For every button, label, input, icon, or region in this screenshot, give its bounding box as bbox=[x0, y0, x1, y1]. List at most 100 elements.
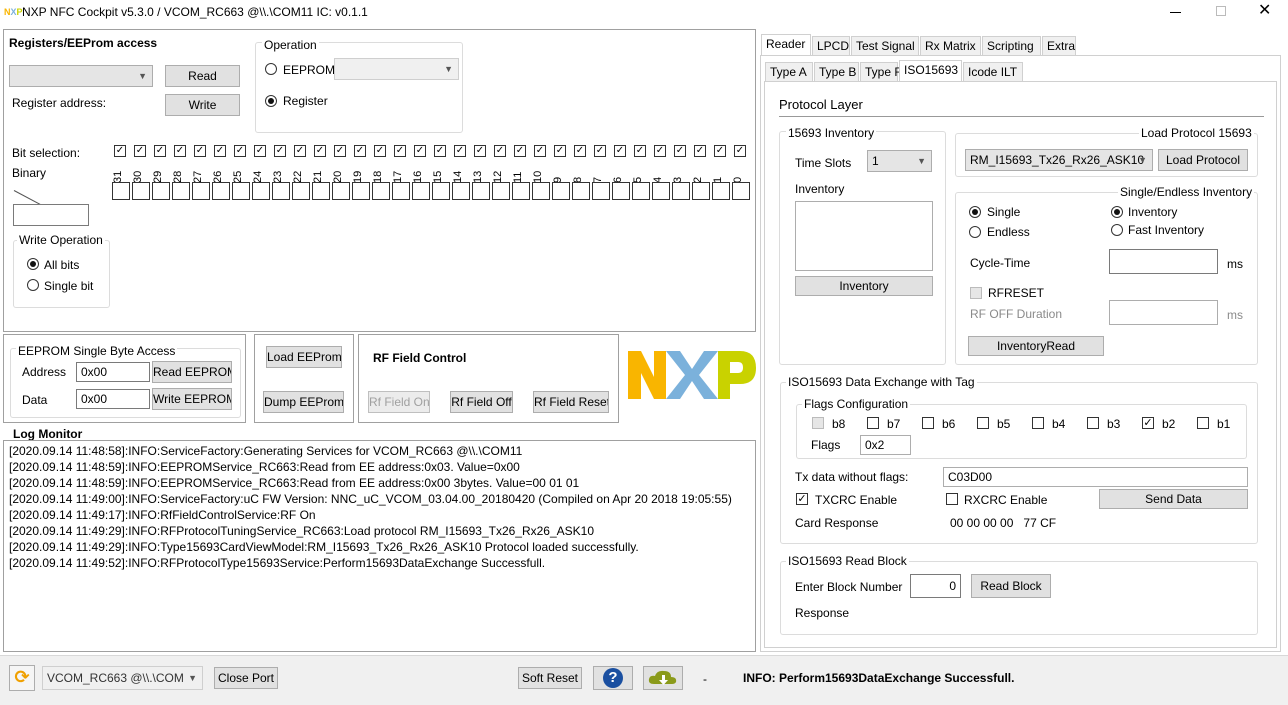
rf-field-reset-button[interactable]: Rf Field Reset bbox=[533, 391, 609, 413]
all-bits-radio[interactable] bbox=[27, 258, 39, 270]
subtab-iso15693[interactable]: ISO15693 bbox=[899, 60, 962, 82]
tab-lpcd[interactable]: LPCD bbox=[812, 36, 850, 56]
bit-checkbox[interactable]: ✓ bbox=[654, 145, 666, 157]
data-input[interactable]: 0x00 bbox=[76, 389, 150, 409]
bit-value-box[interactable] bbox=[412, 182, 430, 200]
log-monitor[interactable]: [2020.09.14 11:48:58]:INFO:ServiceFactor… bbox=[3, 440, 756, 652]
bit-value-box[interactable] bbox=[592, 182, 610, 200]
bit-value-box[interactable] bbox=[452, 182, 470, 200]
bit-value-box[interactable] bbox=[632, 182, 650, 200]
subtab-type-f[interactable]: Type F bbox=[860, 62, 902, 82]
rf-field-on-button[interactable]: Rf Field On bbox=[368, 391, 430, 413]
flag-b7-checkbox[interactable] bbox=[867, 417, 879, 429]
bit-value-box[interactable] bbox=[692, 182, 710, 200]
bit-value-box[interactable] bbox=[252, 182, 270, 200]
bit-checkbox[interactable]: ✓ bbox=[454, 145, 466, 157]
bit-checkbox[interactable]: ✓ bbox=[254, 145, 266, 157]
tab-extra[interactable]: Extra bbox=[1042, 36, 1076, 56]
bit-checkbox[interactable]: ✓ bbox=[494, 145, 506, 157]
bit-value-box[interactable] bbox=[152, 182, 170, 200]
bit-value-box[interactable] bbox=[392, 182, 410, 200]
bit-value-box[interactable] bbox=[572, 182, 590, 200]
dump-eeprom-button[interactable]: Dump EEProm bbox=[263, 391, 344, 413]
bit-value-box[interactable] bbox=[332, 182, 350, 200]
rxcrc-checkbox[interactable] bbox=[946, 493, 958, 505]
download-cloud-icon[interactable] bbox=[643, 666, 683, 690]
bit-value-box[interactable] bbox=[712, 182, 730, 200]
single-radio[interactable] bbox=[969, 206, 981, 218]
soft-reset-button[interactable]: Soft Reset bbox=[518, 667, 582, 689]
rfreset-checkbox[interactable] bbox=[970, 287, 982, 299]
bit-checkbox[interactable]: ✓ bbox=[394, 145, 406, 157]
bit-checkbox[interactable]: ✓ bbox=[714, 145, 726, 157]
bit-checkbox[interactable]: ✓ bbox=[614, 145, 626, 157]
rf-field-off-button[interactable]: Rf Field Off bbox=[450, 391, 513, 413]
maximize-icon[interactable] bbox=[1216, 6, 1226, 16]
bit-value-box[interactable] bbox=[172, 182, 190, 200]
register-radio[interactable] bbox=[265, 95, 277, 107]
bit-checkbox[interactable]: ✓ bbox=[214, 145, 226, 157]
bit-checkbox[interactable]: ✓ bbox=[354, 145, 366, 157]
bit-value-box[interactable] bbox=[672, 182, 690, 200]
binary-input[interactable] bbox=[13, 204, 89, 226]
help-icon[interactable]: ? bbox=[593, 666, 633, 690]
close-port-button[interactable]: Close Port bbox=[214, 667, 278, 689]
flag-b3-checkbox[interactable] bbox=[1087, 417, 1099, 429]
bit-value-box[interactable] bbox=[132, 182, 150, 200]
write-button[interactable]: Write bbox=[165, 94, 240, 116]
tab-rx-matrix[interactable]: Rx Matrix bbox=[920, 36, 981, 56]
inventory-read-button[interactable]: InventoryRead bbox=[968, 336, 1104, 356]
bit-value-box[interactable] bbox=[312, 182, 330, 200]
bit-checkbox[interactable]: ✓ bbox=[114, 145, 126, 157]
bit-checkbox[interactable]: ✓ bbox=[474, 145, 486, 157]
tab-reader[interactable]: Reader bbox=[761, 34, 811, 56]
bit-checkbox[interactable]: ✓ bbox=[534, 145, 546, 157]
bit-value-box[interactable] bbox=[532, 182, 550, 200]
bit-checkbox[interactable]: ✓ bbox=[314, 145, 326, 157]
close-icon[interactable]: ✕ bbox=[1258, 1, 1271, 21]
flag-b8-checkbox[interactable] bbox=[812, 417, 824, 429]
eeprom-select[interactable]: ▼ bbox=[334, 58, 459, 80]
inventory-radio[interactable] bbox=[1111, 206, 1123, 218]
single-bit-radio[interactable] bbox=[27, 279, 39, 291]
port-select[interactable]: VCOM_RC663 @\\.\COM ▼ bbox=[42, 666, 203, 690]
block-number-input[interactable]: 0 bbox=[910, 574, 961, 598]
bit-value-box[interactable] bbox=[352, 182, 370, 200]
read-block-button[interactable]: Read Block bbox=[971, 574, 1051, 598]
flag-b5-checkbox[interactable] bbox=[977, 417, 989, 429]
bit-checkbox[interactable]: ✓ bbox=[634, 145, 646, 157]
bit-checkbox[interactable]: ✓ bbox=[334, 145, 346, 157]
read-eeprom-button[interactable]: Read EEPROM bbox=[152, 361, 232, 383]
bit-checkbox[interactable]: ✓ bbox=[414, 145, 426, 157]
bit-value-box[interactable] bbox=[512, 182, 530, 200]
minimize-icon[interactable] bbox=[1170, 12, 1181, 13]
bit-value-box[interactable] bbox=[372, 182, 390, 200]
flags-input[interactable]: 0x2 bbox=[860, 435, 911, 455]
bit-checkbox[interactable]: ✓ bbox=[154, 145, 166, 157]
send-data-button[interactable]: Send Data bbox=[1099, 489, 1248, 509]
bit-checkbox[interactable]: ✓ bbox=[234, 145, 246, 157]
bit-value-box[interactable] bbox=[112, 182, 130, 200]
bit-value-box[interactable] bbox=[432, 182, 450, 200]
inventory-button[interactable]: Inventory bbox=[795, 276, 933, 296]
bit-value-box[interactable] bbox=[732, 182, 750, 200]
bit-checkbox[interactable]: ✓ bbox=[574, 145, 586, 157]
bit-value-box[interactable] bbox=[652, 182, 670, 200]
bit-checkbox[interactable]: ✓ bbox=[694, 145, 706, 157]
bit-checkbox[interactable]: ✓ bbox=[194, 145, 206, 157]
bit-checkbox[interactable]: ✓ bbox=[134, 145, 146, 157]
bit-checkbox[interactable]: ✓ bbox=[674, 145, 686, 157]
bit-checkbox[interactable]: ✓ bbox=[554, 145, 566, 157]
flag-b4-checkbox[interactable] bbox=[1032, 417, 1044, 429]
bit-value-box[interactable] bbox=[232, 182, 250, 200]
bit-value-box[interactable] bbox=[192, 182, 210, 200]
register-select[interactable]: ▼ bbox=[9, 65, 153, 87]
bit-value-box[interactable] bbox=[612, 182, 630, 200]
cycle-time-input[interactable] bbox=[1109, 249, 1218, 274]
load-eeprom-button[interactable]: Load EEProm bbox=[266, 346, 342, 368]
rf-off-duration-input[interactable] bbox=[1109, 300, 1218, 325]
protocol-select[interactable]: RM_I15693_Tx26_Rx26_ASK10 ▼ bbox=[965, 149, 1153, 171]
write-eeprom-button[interactable]: Write EEPROM bbox=[152, 388, 232, 410]
bit-checkbox[interactable]: ✓ bbox=[514, 145, 526, 157]
flag-b1-checkbox[interactable] bbox=[1197, 417, 1209, 429]
